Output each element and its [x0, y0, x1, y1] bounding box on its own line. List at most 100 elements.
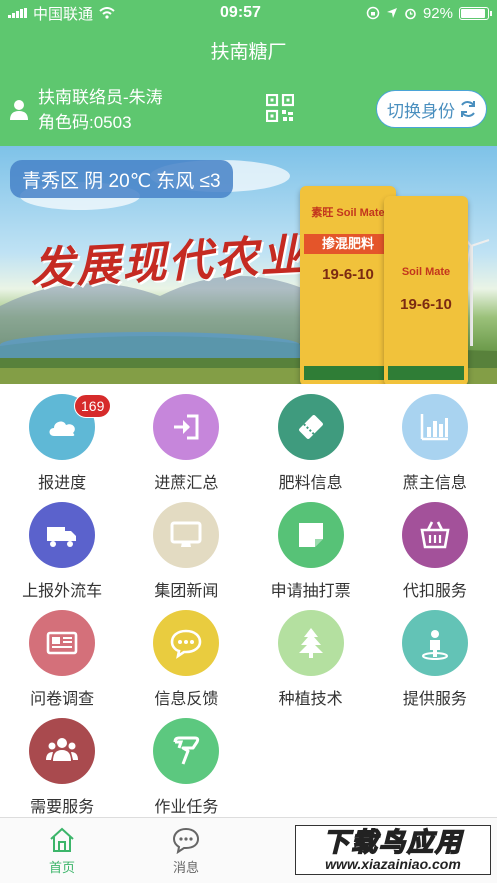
bag2-stripe: [388, 366, 464, 380]
message-icon: [172, 827, 200, 854]
wifi-icon: [99, 7, 115, 19]
page-title: 扶南糖厂: [210, 41, 287, 63]
tab-messages-label: 消息: [172, 859, 199, 875]
bag-brand: 素旺 Soil Mate: [311, 207, 385, 219]
menu-item[interactable]: 信息反馈: [124, 606, 248, 714]
menu-item-label: 需要服务: [30, 799, 95, 816]
location-icon: [386, 8, 397, 18]
login-icon: [174, 414, 199, 440]
menu-item[interactable]: 上报外流车: [0, 498, 124, 606]
chat-icon: [171, 629, 202, 659]
menu-item-icon-circle: [153, 718, 220, 784]
menu-item[interactable]: 代扣服务: [373, 498, 497, 606]
menu-item-icon-circle: [277, 610, 344, 676]
menu-item-label: 代扣服务: [402, 583, 467, 600]
header: 中国联通 09:57 92% 扶南糖厂 扶南联络员-朱涛 角色码:0503 切换…: [0, 0, 497, 146]
newspaper-icon: [46, 631, 78, 655]
menu-item-label: 信息反馈: [154, 691, 219, 708]
menu-item-icon-circle: [401, 502, 468, 568]
watermark-text: 下载鸟应用: [322, 827, 463, 857]
weather-badge: 青秀区 阴 20℃ 东风 ≤3: [10, 160, 233, 198]
menu-item-icon-circle: [401, 610, 468, 676]
ticket-icon: [298, 415, 323, 439]
menu-item[interactable]: 作业任务: [124, 714, 248, 822]
clock: 09:57: [220, 4, 261, 21]
menu-item-label: 集团新闻: [154, 583, 219, 600]
menu-item-icon-circle: [153, 394, 220, 460]
menu-item-label: 作业任务: [154, 799, 219, 816]
app-screen: 中国联通 09:57 92% 扶南糖厂 扶南联络员-朱涛 角色码:0503 切换…: [0, 0, 497, 883]
fertilizer-bag-2: Soil Mate 19-6-10: [384, 196, 468, 384]
menu-item-icon-circle: [29, 610, 96, 676]
tab-home-label: 首页: [48, 859, 75, 875]
menu-item-icon-circle: [153, 502, 220, 568]
menu-item-label: 种植技术: [278, 691, 343, 708]
menu-item[interactable]: 申请抽打票: [249, 498, 373, 606]
menu-item-label: 报进度: [38, 475, 87, 492]
menu-item-label: 蔗主信息: [402, 475, 467, 492]
user-bar: 扶南联络员-朱涛 角色码:0503 切换身份: [0, 74, 497, 146]
menu-item-label: 问卷调查: [30, 691, 95, 708]
menu-item[interactable]: 蔗主信息: [373, 390, 497, 498]
menu-item[interactable]: 集团新闻: [124, 498, 248, 606]
menu-item-icon-circle: [401, 394, 468, 460]
refresh-icon: [461, 101, 475, 117]
service-menu: 169 报进度 进蔗汇总 肥料信息 蔗主信息上报外流车 集团新闻 申请抽打票 代扣服务问卷调查…: [0, 384, 497, 822]
task-icon: [173, 736, 200, 765]
truck-icon: [47, 527, 77, 547]
menu-item[interactable]: 169 报进度: [0, 390, 124, 498]
lake-shape: [0, 332, 300, 358]
menu-item[interactable]: 需要服务: [0, 714, 124, 822]
watermark: 下载鸟应用 www.xiazainiao.com: [295, 825, 491, 875]
person-icon: [421, 630, 448, 660]
tab-messages[interactable]: 消息: [124, 818, 248, 883]
menu-item-label: 肥料信息: [278, 475, 343, 492]
battery-percent: 92%: [422, 4, 453, 22]
menu-item[interactable]: 肥料信息: [249, 390, 373, 498]
bag-stripe: [304, 366, 392, 380]
bag-npk: 19-6-10: [322, 266, 374, 283]
group-icon: [46, 738, 79, 761]
switch-identity-button[interactable]: 切换身份: [376, 90, 487, 128]
bar-chart-icon: [420, 414, 448, 441]
promo-banner[interactable]: 青秀区 阴 20℃ 东风 ≤3 发展现代农业 素旺 Soil Mate 掺混肥料…: [0, 146, 497, 384]
tab-home[interactable]: 首页: [0, 818, 124, 883]
qr-code-icon[interactable]: [266, 94, 294, 122]
tab-bar: 首页 消息 下载鸟应用 www.xiazainiao.com: [0, 817, 497, 883]
carrier: 中国联通: [33, 5, 94, 23]
menu-item-label: 进蔗汇总: [154, 475, 219, 492]
watermark-url: www.xiazainiao.com: [325, 856, 461, 872]
cloud-icon: [49, 421, 75, 436]
menu-item-icon-circle: [153, 610, 220, 676]
fertilizer-bag: 素旺 Soil Mate 掺混肥料 19-6-10: [300, 186, 396, 384]
menu-item[interactable]: 种植技术: [249, 606, 373, 714]
tree-icon: [298, 628, 323, 658]
user-icon: [10, 100, 28, 120]
basket-icon: [420, 521, 450, 549]
menu-item-label: 上报外流车: [22, 583, 103, 600]
user-name: 扶南联络员-朱涛: [38, 88, 163, 107]
bag2-brand: Soil Mate: [401, 266, 451, 278]
menu-item-icon-circle: [277, 394, 344, 460]
menu-item-icon-circle: [29, 502, 96, 568]
notification-badge: 169: [74, 394, 112, 418]
menu-item[interactable]: 提供服务: [373, 606, 497, 714]
menu-item-label: 提供服务: [402, 691, 467, 708]
status-bar: 中国联通 09:57 92%: [0, 0, 497, 26]
menu-item[interactable]: 问卷调查: [0, 606, 124, 714]
switch-identity-label: 切换身份: [387, 101, 455, 121]
rotation-lock-icon: [366, 6, 380, 20]
role-code: 角色码:0503: [38, 113, 132, 132]
home-icon: [50, 827, 74, 852]
menu-item-icon-circle: [29, 718, 96, 784]
alarm-icon: [405, 8, 416, 19]
menu-item[interactable]: 进蔗汇总: [124, 390, 248, 498]
bag-name: 掺混肥料: [304, 234, 392, 254]
monitor-icon: [170, 521, 202, 547]
note-icon: [298, 523, 323, 547]
battery-icon: [459, 6, 492, 20]
menu-item-icon-circle: [277, 502, 344, 568]
menu-item-label: 申请抽打票: [270, 583, 351, 600]
signal-icon: [8, 8, 27, 18]
bag2-npk: 19-6-10: [400, 296, 452, 313]
